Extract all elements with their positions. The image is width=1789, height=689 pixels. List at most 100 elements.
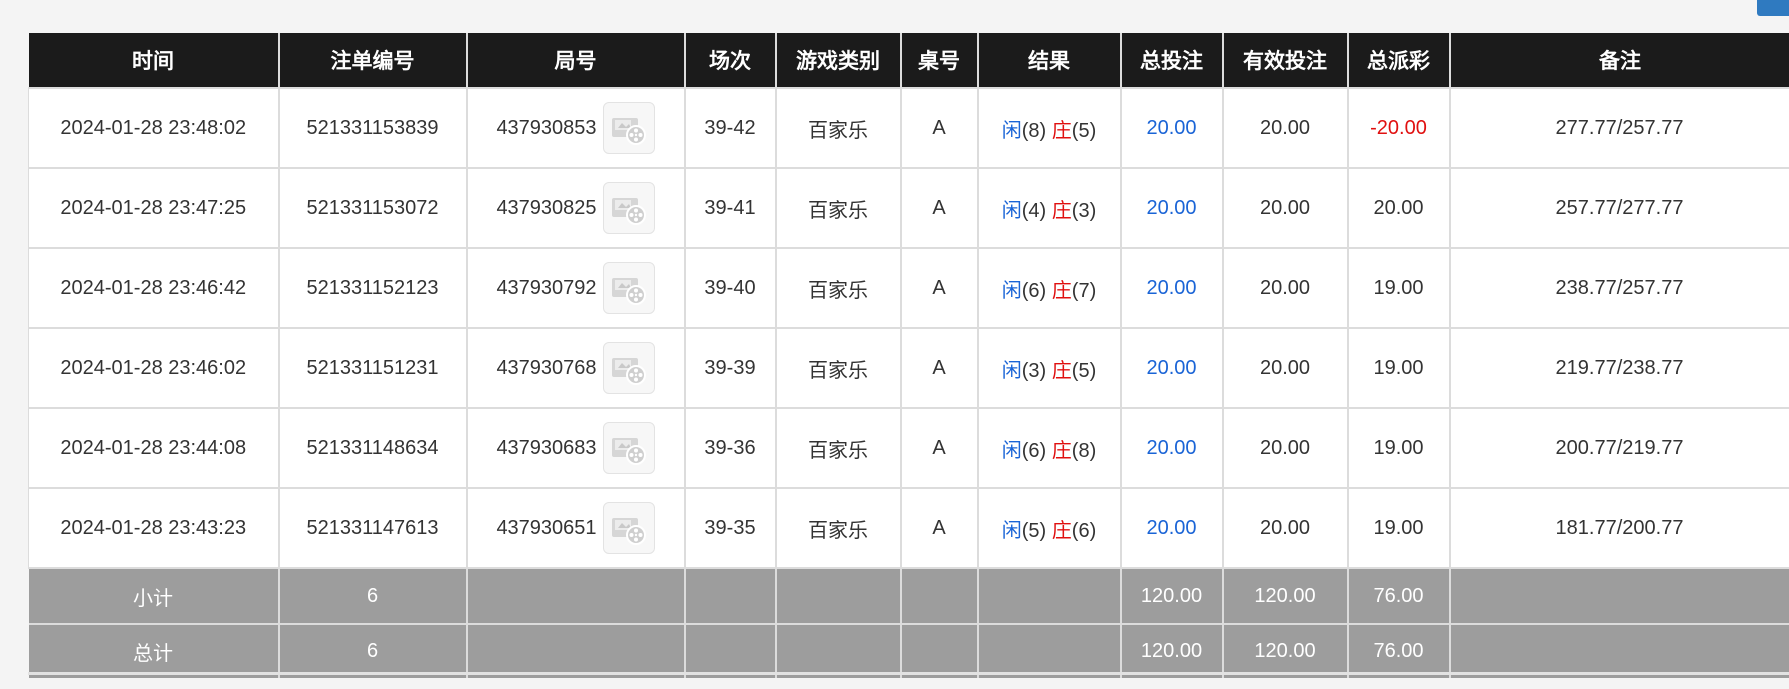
result-player-score: (3) (1021, 359, 1047, 382)
video-replay-button[interactable] (602, 502, 655, 554)
header-shoe: 场次 (684, 33, 777, 88)
result-player-label: 闲 (1001, 359, 1022, 382)
cell-result: 闲(3) 庄(5) (976, 327, 1122, 409)
cell-round-id: 437930683 (465, 407, 686, 489)
cell-time: 2024-01-28 23:46:42 (28, 247, 280, 329)
subtotal-row: 小计 6 120.00 120.00 76.00 (28, 567, 1789, 624)
round-id-text: 437930651 (496, 516, 597, 539)
result-banker-label: 庄 (1051, 279, 1072, 302)
cell-payout: 19.00 (1346, 327, 1451, 409)
cell-valid-bet: 20.00 (1221, 327, 1349, 409)
round-id-text: 437930853 (496, 116, 597, 139)
header-order-id: 注单编号 (278, 33, 468, 88)
video-replay-button[interactable] (602, 102, 655, 154)
subtotal-label: 小计 (28, 567, 280, 624)
result-player-label: 闲 (1001, 439, 1022, 462)
cell-order-id: 521331147613 (277, 487, 468, 569)
cell-time: 2024-01-28 23:44:08 (28, 407, 280, 489)
grand-total-count: 6 (278, 623, 468, 678)
corner-action-button[interactable] (1757, 0, 1789, 16)
subtotal-valid-bet: 120.00 (1222, 567, 1349, 624)
cell-round-id: 437930825 (465, 167, 686, 249)
cell-game-type: 百家乐 (774, 87, 902, 169)
round-id-group: 437930683 (468, 422, 684, 474)
cell-payout: -20.00 (1346, 87, 1451, 169)
subtotal-payout: 76.00 (1347, 567, 1451, 624)
result-banker-label: 庄 (1051, 519, 1072, 542)
table-footer: 小计 6 120.00 120.00 76.00 总计 6 120.00 120… (28, 567, 1789, 678)
cell-valid-bet: 20.00 (1221, 407, 1349, 489)
round-id-group: 437930792 (468, 262, 684, 314)
cell-game-type: 百家乐 (774, 247, 902, 329)
cell-note: 219.77/238.77 (1448, 327, 1789, 409)
cell-valid-bet: 20.00 (1221, 487, 1349, 569)
cell-total-bet: 20.00 (1119, 407, 1224, 489)
cell-time: 2024-01-28 23:43:23 (28, 487, 280, 569)
header-total-bet: 总投注 (1120, 33, 1224, 88)
table-row: 2024-01-28 23:44:08 521331148634 4379306… (28, 407, 1789, 489)
video-replay-button[interactable] (602, 182, 655, 234)
bet-history-page: 时间 注单编号 局号 场次 游戏类别 桌号 结果 总投注 有效投注 总派彩 备注… (0, 0, 1789, 689)
grand-total-empty-cell (775, 623, 902, 678)
video-replay-icon (611, 278, 646, 305)
grand-total-label: 总计 (28, 623, 280, 678)
video-replay-button[interactable] (602, 342, 655, 394)
cell-payout: 19.00 (1346, 487, 1451, 569)
cell-order-id: 521331153839 (277, 87, 468, 169)
header-row: 时间 注单编号 局号 场次 游戏类别 桌号 结果 总投注 有效投注 总派彩 备注 (28, 33, 1789, 88)
cell-time: 2024-01-28 23:46:02 (28, 327, 280, 409)
result-player-label: 闲 (1001, 119, 1022, 142)
subtotal-empty-cell (775, 567, 902, 624)
cell-order-id: 521331151231 (277, 327, 468, 409)
table-row: 2024-01-28 23:48:02 521331153839 4379308… (28, 87, 1789, 169)
round-id-text: 437930768 (496, 356, 597, 379)
video-replay-icon (611, 118, 646, 145)
result-player-score: (6) (1021, 439, 1047, 462)
cell-total-bet: 20.00 (1119, 167, 1224, 249)
video-replay-icon (611, 198, 646, 225)
cell-shoe: 39-40 (683, 247, 777, 329)
cell-result: 闲(5) 庄(6) (976, 487, 1122, 569)
grand-total-payout: 76.00 (1347, 623, 1451, 678)
result-banker-label: 庄 (1051, 199, 1072, 222)
cell-total-bet: 20.00 (1119, 87, 1224, 169)
video-replay-icon (611, 438, 646, 465)
cell-table-no: A (899, 327, 979, 409)
cell-time: 2024-01-28 23:47:25 (28, 167, 280, 249)
table-row: 2024-01-28 23:43:23 521331147613 4379306… (28, 487, 1789, 569)
round-id-group: 437930768 (468, 342, 684, 394)
round-id-text: 437930683 (496, 436, 597, 459)
cell-shoe: 39-39 (683, 327, 777, 409)
cell-shoe: 39-35 (683, 487, 777, 569)
table-row: 2024-01-28 23:46:02 521331151231 4379307… (28, 327, 1789, 409)
table-row: 2024-01-28 23:46:42 521331152123 4379307… (28, 247, 1789, 329)
cell-total-bet: 20.00 (1119, 487, 1224, 569)
grand-total-empty-cell (1449, 623, 1789, 678)
grand-total-empty-cell (684, 623, 777, 678)
cell-round-id: 437930768 (465, 327, 686, 409)
cell-game-type: 百家乐 (774, 327, 902, 409)
video-replay-button[interactable] (602, 422, 655, 474)
round-id-text: 437930792 (496, 276, 597, 299)
cell-valid-bet: 20.00 (1221, 87, 1349, 169)
cell-payout: 19.00 (1346, 247, 1451, 329)
round-id-group: 437930825 (468, 182, 684, 234)
header-game-type: 游戏类别 (775, 33, 902, 88)
cell-result: 闲(4) 庄(3) (976, 167, 1122, 249)
subtotal-count: 6 (278, 567, 468, 624)
cell-payout: 19.00 (1346, 407, 1451, 489)
cell-valid-bet: 20.00 (1221, 247, 1349, 329)
result-player-label: 闲 (1001, 279, 1022, 302)
cell-round-id: 437930792 (465, 247, 686, 329)
video-replay-button[interactable] (602, 262, 655, 314)
header-time: 时间 (28, 33, 280, 88)
cell-payout: 20.00 (1346, 167, 1451, 249)
result-banker-score: (7) (1071, 279, 1097, 302)
cell-table-no: A (899, 487, 979, 569)
cell-shoe: 39-36 (683, 407, 777, 489)
cell-order-id: 521331152123 (277, 247, 468, 329)
grand-total-valid-bet: 120.00 (1222, 623, 1349, 678)
result-banker-score: (6) (1071, 519, 1097, 542)
table-bottom-edge (28, 672, 1789, 675)
subtotal-empty-cell (977, 567, 1122, 624)
